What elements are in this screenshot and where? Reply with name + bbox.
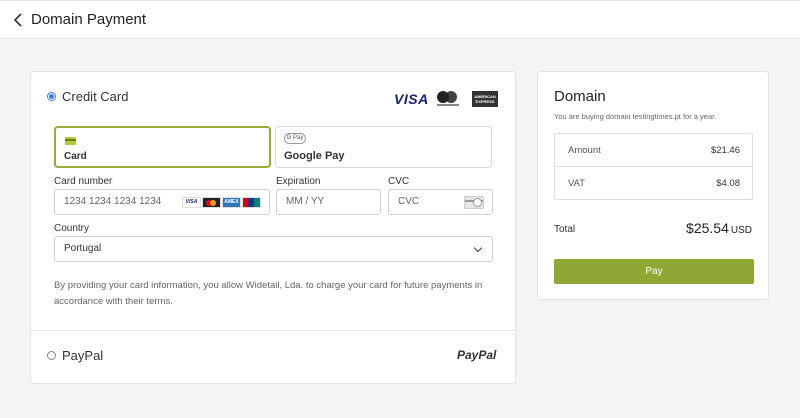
card-number-label: Card number bbox=[54, 176, 113, 187]
tab-google-pay[interactable]: G Pay Google Pay bbox=[275, 126, 492, 168]
mastercard-logo-icon bbox=[437, 91, 459, 109]
amex-icon: AMEX bbox=[222, 197, 241, 208]
amount-label: Amount bbox=[568, 145, 601, 156]
cvc-card-icon bbox=[464, 196, 484, 209]
country-select[interactable]: Portugal bbox=[54, 236, 493, 262]
amex-logo: AMERICAN EXPRESS bbox=[472, 91, 498, 107]
summary-table: Amount $21.46 VAT $4.08 bbox=[554, 133, 753, 200]
page-title: Domain Payment bbox=[31, 11, 147, 28]
terms-text: By providing your card information, you … bbox=[54, 280, 483, 307]
google-pay-icon: G Pay bbox=[284, 133, 306, 144]
summary-row-vat: VAT $4.08 bbox=[555, 167, 752, 200]
vat-label: VAT bbox=[568, 178, 586, 189]
pay-button[interactable]: Pay bbox=[554, 259, 754, 284]
card-icon bbox=[65, 137, 76, 145]
order-summary-panel: Domain You are buying domain testingtime… bbox=[537, 71, 769, 300]
vat-value: $4.08 bbox=[716, 178, 740, 189]
paypal-label: PayPal bbox=[62, 348, 104, 363]
back-arrow-icon[interactable] bbox=[12, 12, 26, 28]
total-label: Total bbox=[554, 224, 576, 235]
divider bbox=[31, 330, 515, 331]
expiration-input[interactable]: MM / YY bbox=[276, 189, 381, 215]
total-currency: USD bbox=[730, 225, 752, 236]
country-value: Portugal bbox=[64, 243, 102, 254]
cvc-placeholder: CVC bbox=[398, 196, 420, 207]
mastercard-icon bbox=[202, 197, 221, 208]
credit-card-label: Credit Card bbox=[62, 89, 129, 104]
tab-card-label: Card bbox=[64, 151, 87, 162]
cvc-input[interactable]: CVC bbox=[388, 189, 493, 215]
tab-google-pay-label: Google Pay bbox=[284, 150, 345, 162]
country-label: Country bbox=[54, 223, 90, 234]
expiration-label: Expiration bbox=[276, 176, 321, 187]
card-number-input[interactable]: 1234 1234 1234 1234 VISA AMEX bbox=[54, 189, 270, 215]
paypal-logo: PayPal bbox=[457, 348, 497, 362]
unionpay-icon bbox=[242, 197, 261, 208]
chevron-down-icon bbox=[473, 243, 483, 253]
summary-subtitle: You are buying domain testingtimes.pt fo… bbox=[554, 112, 717, 121]
total-amount: $25.54 USD bbox=[686, 220, 752, 236]
paypal-radio[interactable] bbox=[47, 351, 56, 360]
amount-value: $21.46 bbox=[710, 145, 740, 156]
cvc-label: CVC bbox=[388, 176, 410, 187]
total-value: $25.54 bbox=[686, 220, 729, 236]
card-number-placeholder: 1234 1234 1234 1234 bbox=[64, 196, 162, 207]
visa-icon: VISA bbox=[182, 197, 201, 208]
summary-title: Domain bbox=[554, 88, 606, 105]
summary-row-amount: Amount $21.46 bbox=[555, 134, 752, 167]
payment-method-panel: Credit Card VISA AMERICAN EXPRESS Card G… bbox=[30, 71, 516, 384]
tab-card[interactable]: Card bbox=[54, 126, 271, 168]
expiration-placeholder: MM / YY bbox=[286, 196, 325, 207]
top-bar: Domain Payment bbox=[0, 0, 800, 39]
visa-logo: VISA bbox=[394, 91, 429, 107]
credit-card-radio[interactable] bbox=[47, 92, 56, 101]
